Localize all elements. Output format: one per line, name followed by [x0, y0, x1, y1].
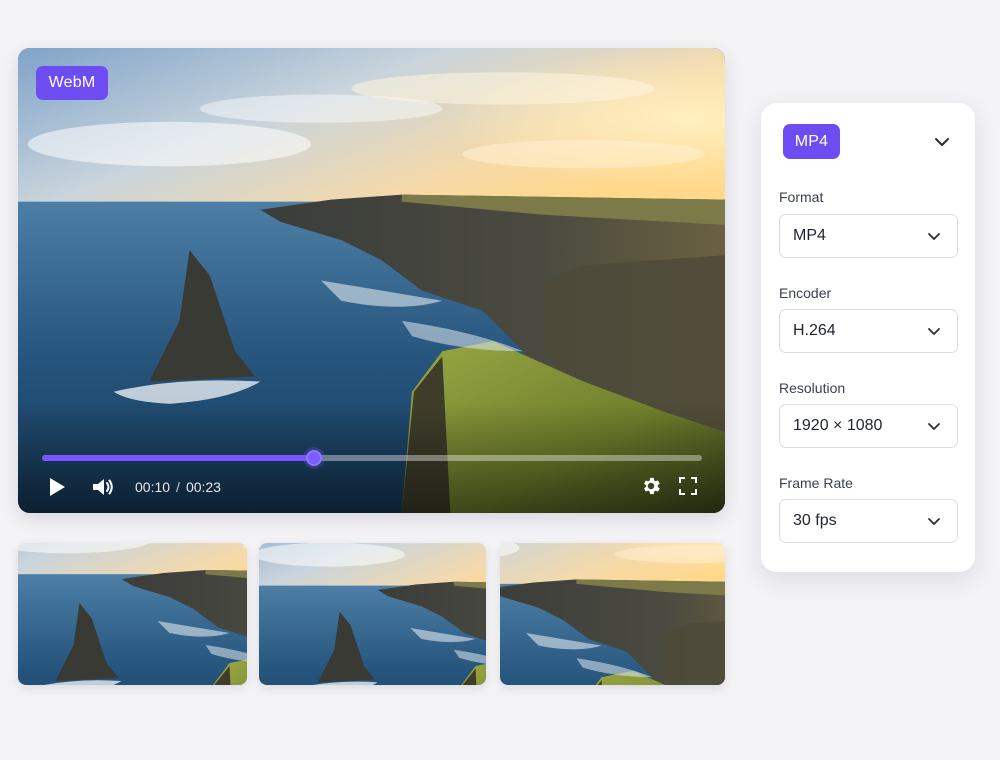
timecode: 00:10 / 00:23	[135, 479, 221, 495]
fullscreen-icon	[679, 477, 697, 495]
volume-button[interactable]	[90, 474, 116, 500]
frame-rate-select[interactable]: 30 fps	[779, 499, 958, 543]
encoder-label: Encoder	[779, 285, 832, 301]
time-separator: /	[176, 479, 180, 495]
chevron-down-icon[interactable]	[933, 135, 951, 149]
selected-format-badge: MP4	[783, 124, 840, 159]
resolution-label: Resolution	[779, 380, 846, 396]
thumbnail-1[interactable]	[18, 543, 247, 685]
format-label: Format	[779, 189, 824, 205]
duration: 00:23	[185, 479, 221, 495]
video-player[interactable]: WebM 00:10 / 00:23	[18, 48, 725, 513]
chevron-down-icon	[928, 233, 940, 240]
play-button[interactable]	[44, 474, 70, 500]
resolution-select[interactable]: 1920 × 1080	[779, 404, 958, 448]
chevron-down-icon	[928, 423, 940, 430]
progress-fill	[42, 455, 314, 461]
play-icon	[50, 478, 65, 496]
volume-icon	[93, 479, 113, 495]
chevron-down-icon	[928, 518, 940, 525]
encoder-select[interactable]: H.264	[779, 309, 958, 353]
encoder-value: H.264	[793, 322, 836, 339]
format-select[interactable]: MP4	[779, 214, 958, 258]
thumbnail-image	[18, 543, 247, 685]
frame-rate-label: Frame Rate	[779, 475, 853, 491]
thumbnail-image	[259, 543, 486, 685]
format-badge: WebM	[36, 66, 108, 100]
settings-button[interactable]	[638, 473, 664, 499]
chevron-down-icon	[928, 328, 940, 335]
gear-icon	[644, 477, 660, 495]
fullscreen-button[interactable]	[675, 473, 701, 499]
current-time: 00:10	[135, 479, 171, 495]
thumbnail-3[interactable]	[500, 543, 725, 685]
thumbnail-2[interactable]	[259, 543, 486, 685]
format-value: MP4	[793, 227, 826, 244]
export-settings-panel: MP4 Format MP4 Encoder H.264 Resolution …	[761, 103, 975, 572]
progress-bar[interactable]	[42, 450, 702, 466]
resolution-value: 1920 × 1080	[793, 417, 883, 434]
progress-handle[interactable]	[305, 450, 322, 466]
thumbnail-image	[500, 543, 725, 685]
frame-rate-value: 30 fps	[793, 512, 837, 529]
